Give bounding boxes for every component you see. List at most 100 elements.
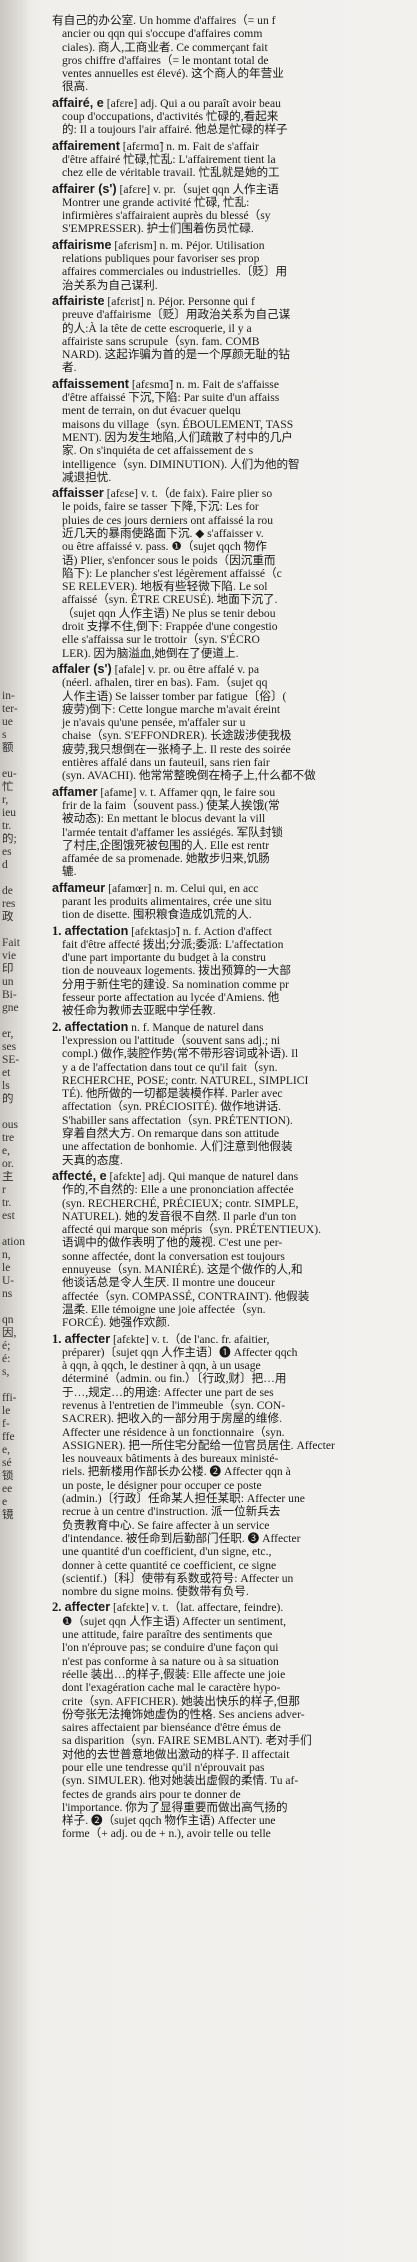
- entry-text: 陷下): Le plancher s'est légèrement affais…: [62, 566, 282, 580]
- margin-fragment: sé: [2, 1457, 12, 1469]
- dictionary-entry: affairiste [afɛrist] n. Péjor. Personne …: [52, 295, 416, 375]
- entry-text: 的: Il a toujours l'air affairé. 他总是忙碌的样子: [62, 123, 288, 137]
- entry-line: sa disparition（syn. FAIRE SEMBLANT). 老对手…: [52, 1734, 416, 1747]
- entry-line: 辘.: [52, 865, 416, 878]
- entry-line: affaler (s') [afale] v. pr. ou être affa…: [52, 663, 416, 676]
- entry-text: affecté qui marque son mépris（syn. PRÉTE…: [62, 1223, 321, 1237]
- entry-line: MENT). 因为发生地陷,人们疏散了村中的几户: [52, 431, 416, 444]
- margin-fragment: [2, 924, 42, 937]
- entry-text: l'armée tentait d'affamer les assiégés. …: [62, 825, 283, 839]
- margin-fragment: qn: [2, 1314, 14, 1326]
- entry-text: NARD). 这起诈骗为首的是一个厚颜无耻的钻: [62, 348, 291, 362]
- entry-line: affaires commerciales ou industrielles.〔…: [52, 265, 416, 278]
- entry-text: l'importance. 你为了显得重要而做出高气扬的: [62, 1800, 288, 1814]
- margin-fragment: ns: [2, 1288, 13, 1300]
- entry-text: affairiste sans scrupule（syn. fam. COMB: [62, 334, 260, 348]
- entry-line: affectée（syn. COMPASSÉ, CONTRAINT). 他假装: [52, 1290, 416, 1303]
- entry-line: affaissement [afɛsmɑ̃] n. m. Fait de s'a…: [52, 378, 416, 391]
- entry-text: 家. On s'inquiéta de cet affaissement de …: [62, 444, 254, 458]
- entry-text: préparer)〔sujet qqn 人作主语〕❶ Affecter qqch: [62, 1345, 298, 1359]
- entry-text: Montrer une grande activité 忙碌, 忙乱:: [62, 195, 250, 209]
- entry-line: chaise（syn. S'EFFONDRER). 长途跋涉使我极: [52, 729, 416, 742]
- entry-line: ment de terrain, on dut évacuer quelqu: [52, 404, 416, 417]
- entry-line: l'armée tentait d'affamer les assiégés. …: [52, 826, 416, 839]
- headword: affairement: [52, 139, 120, 153]
- entry-text: 语调中的做作表明了他的蔑视. C'est une per-: [62, 1236, 283, 1250]
- entry-line: revenus à l'entretien de l'immeuble（syn.…: [52, 1399, 416, 1412]
- entry-text: preuve d'affairisme〔贬〕用政治关系为自己谋: [62, 308, 291, 322]
- entry-line: 的人:À la tête de cette escroquerie, il y …: [52, 322, 416, 335]
- margin-fragment: tr.: [2, 820, 12, 832]
- entry-text: 者.: [62, 361, 77, 375]
- entry-line: affecté, e [afɛkte] adj. Qui manque de n…: [52, 1170, 416, 1183]
- entry-line: intelligence（syn. DIMINUTION). 人们为他的智: [52, 458, 416, 471]
- headword: affecté, e: [52, 1169, 107, 1183]
- entry-text: 减退担忧.: [62, 470, 112, 484]
- margin-fragment: 镜: [2, 1509, 14, 1521]
- entry-line: affairé, e [afɛre] adj. Qui a ou paraît …: [52, 97, 416, 110]
- dictionary-entry: affairer (s') [afɛre] v. pr.（sujet qqn 人…: [52, 183, 416, 236]
- entry-line: (scientif.)〔科〕使带有系数或符号: Affecter un: [52, 1572, 416, 1585]
- margin-fragment: e,: [2, 1444, 10, 1456]
- entry-text: ment de terrain, on dut évacuer quelqu: [62, 404, 241, 418]
- entry-line: 对他的去世普意地做出激动的样子. Il affectait: [52, 1748, 416, 1761]
- entry-text: déterminé（admin. ou fin.）〔行政,财〕把…用: [62, 1372, 287, 1386]
- entry-line: y a de l'affectation dans tout ce qu'il …: [52, 1061, 416, 1074]
- entry-line: tion de disette. 囤积粮食造成饥荒的人.: [52, 908, 416, 921]
- entry-line: d'une part importante du budget à la con…: [52, 951, 416, 964]
- entry-text: 辘.: [62, 865, 77, 879]
- entry-text: ventes annuelles est élevé). 这个商人的年营业: [62, 67, 284, 81]
- entry-line: 温柔. Elle témoigne une joie affectée（syn.: [52, 1303, 416, 1316]
- entry-text: [afɛre] adj. Qui a ou paraît avoir beau: [103, 96, 281, 110]
- entry-line: (néerl. afhalen, tirer en bas). Fam.（suj…: [52, 676, 416, 689]
- entry-line: 疲劳,我只想倒在一张椅子上. Il reste des soirée: [52, 743, 416, 756]
- entry-text: 语) Plier, s'enfoncer sous le poids（因沉重而: [62, 553, 276, 567]
- entry-line: 天真的态度.: [52, 1154, 416, 1167]
- entry-line: l'importance. 你为了显得重要而做出高气扬的: [52, 1801, 416, 1814]
- entry-line: 的: Il a toujours l'air affairé. 他总是忙碌的样子: [52, 123, 416, 136]
- entry-line: (admin.)〔行政〕任命某人担任某职: Affecter une: [52, 1492, 416, 1505]
- margin-fragment: un: [2, 976, 14, 988]
- headword: affamer: [52, 785, 98, 799]
- entry-line: affamer [afame] v. t. Affamer qqn, le fa…: [52, 786, 416, 799]
- entry-text: n. f. Manque de naturel dans: [128, 1020, 264, 1034]
- margin-fragment: vie: [2, 950, 17, 962]
- margin-fragment: d: [2, 859, 8, 871]
- entry-line: une quantité d'un coefficient, d'un sign…: [52, 1545, 416, 1558]
- margin-fragment: ee: [2, 1483, 13, 1495]
- dictionary-entry: 1. affecter [afɛkte] v. t.（de l'anc. fr.…: [52, 1333, 416, 1599]
- entry-line: 被任命为教师去亚眠中学任教.: [52, 1004, 416, 1017]
- entry-text: [afɛsmɑ̃] n. m. Fait de s'affaisse: [129, 377, 279, 391]
- dictionary-entry: affairisme [afɛrism] n. m. Péjor. Utilis…: [52, 239, 416, 292]
- entry-line: affectation（syn. PRÉCIOSITÉ). 做作地讲话.: [52, 1100, 416, 1113]
- entry-line: les nouveaux bâtiments à des bureaux min…: [52, 1452, 416, 1465]
- entry-line: FORCÉ). 她强作欢颜.: [52, 1316, 416, 1329]
- entry-text: 被任命为教师去亚眠中学任教.: [62, 1004, 216, 1018]
- entry-text: y a de l'affectation dans tout ce qu'il …: [62, 1060, 278, 1074]
- entry-line: frir de la faim（souvent pass.) 使某人挨饿(常: [52, 799, 416, 812]
- entry-text: droit 支撑不住,倒下: Frappée d'une congestio: [62, 620, 278, 634]
- entry-text: tion de disette. 囤积粮食造成饥荒的人.: [62, 908, 252, 922]
- entry-text: pour elle une tendresse qu'il n'éprouvai…: [62, 1761, 265, 1774]
- entry-text: l'expression ou l'attitude（souvent sans …: [62, 1033, 280, 1047]
- entry-line: compl.) 做作,装腔作势(常不带形容词或补语). Il: [52, 1047, 416, 1060]
- entry-line: maisons du village（syn. ÉBOULEMENT, TASS: [52, 418, 416, 431]
- entry-text: une quantité d'un coefficient, d'un sign…: [62, 1545, 272, 1559]
- entry-text: gros chiffre d'affaires（= le montant tot…: [62, 53, 269, 67]
- entry-text: 天真的态度.: [62, 1153, 123, 1167]
- entry-text: chez elle de véritable travail. 忙乱就是她的工: [62, 166, 280, 180]
- entry-text: n'est pas conforme à sa nature ou à sa s…: [62, 1654, 279, 1668]
- entry-text: intelligence（syn. DIMINUTION). 人们为他的智: [62, 457, 300, 471]
- entry-line: 1. affecter [afɛkte] v. t.（de l'anc. fr.…: [52, 1333, 416, 1346]
- entry-line: forme（+ adj. ou de + n.), avoir telle ou…: [52, 1827, 416, 1840]
- margin-fragment: 的: [2, 1093, 14, 1105]
- entry-text: ciales). 商人,工商业者. Ce commerçant fait: [62, 40, 268, 54]
- entry-text: 有自己的办公室. Un homme d'affaires（= un f: [52, 14, 276, 27]
- entry-line: 2. affecter [afɛkte] v. t.（lat. affectar…: [52, 1601, 416, 1614]
- entry-line: pour elle une tendresse qu'il n'éprouvai…: [52, 1761, 416, 1774]
- entry-text: frir de la faim（souvent pass.) 使某人挨饿(常: [62, 798, 280, 812]
- margin-fragment: s: [2, 729, 7, 741]
- entry-text: 样子. ❷（sujet qqch 物作主语) Affecter une: [62, 1814, 276, 1828]
- entry-text: (syn. SIMULER). 他对她装出虚假的柔情. Tu af-: [62, 1774, 299, 1788]
- entry-text: [afɛkte] v. t.（lat. affectare, feindre).: [110, 1601, 284, 1615]
